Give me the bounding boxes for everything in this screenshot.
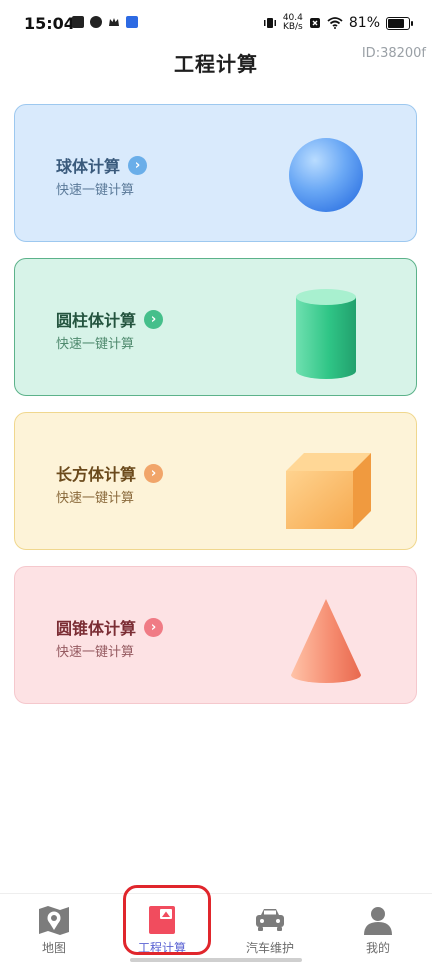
nav-item-me[interactable]: 我的: [324, 894, 432, 960]
check-notification-icon: [90, 16, 102, 28]
battery-percent: 81%: [348, 15, 380, 31]
cuboid-calc-card[interactable]: 长方体计算 › 快速一键计算: [14, 412, 417, 550]
card-subtitle: 快速一键计算: [56, 337, 135, 352]
status-right: 40.4 KB/s 81%: [263, 14, 413, 32]
highlight-box: [123, 885, 211, 955]
chevron-right-icon: ›: [144, 463, 164, 483]
bottom-nav: 地图 工程计算 汽车维护 我的: [0, 893, 432, 965]
card-title-text: 圆柱体计算: [56, 311, 137, 330]
app-notification-icon: [126, 16, 138, 28]
car-icon: [256, 909, 284, 931]
card-subtitle: 快速一键计算: [56, 645, 135, 660]
status-bar: 15:04 40.4 KB/s 81%: [0, 0, 432, 44]
card-title-text: 长方体计算: [56, 465, 137, 484]
nav-label: 地图: [41, 941, 66, 955]
nav-item-car-maintenance[interactable]: 汽车维护: [216, 894, 324, 960]
chevron-right-icon: ›: [144, 617, 164, 637]
id-tag: ID:38200f: [361, 46, 426, 61]
cylinder-icon: [296, 289, 356, 379]
nav-label: 汽车维护: [245, 941, 294, 955]
wifi-icon: [327, 17, 343, 29]
map-icon: [39, 906, 69, 935]
sim-icon: [309, 18, 320, 28]
card-title-text: 圆锥体计算: [56, 619, 137, 638]
notification-icons: [72, 16, 138, 28]
card-title: 长方体计算 ›: [56, 461, 164, 485]
network-speed: 40.4 KB/s: [283, 14, 303, 32]
battery-icon: [386, 16, 413, 30]
cone-calc-card[interactable]: 圆锥体计算 › 快速一键计算: [14, 566, 417, 704]
vibrate-icon: [263, 18, 276, 28]
card-subtitle: 快速一键计算: [56, 491, 135, 506]
nav-item-map[interactable]: 地图: [0, 894, 108, 960]
status-time: 15:04: [24, 14, 75, 33]
chevron-right-icon: ›: [128, 155, 148, 175]
nav-label: 我的: [365, 941, 390, 955]
cone-icon: [291, 599, 361, 683]
chevron-right-icon: ›: [144, 309, 164, 329]
home-indicator[interactable]: [130, 958, 302, 962]
card-title: 圆锥体计算 ›: [56, 615, 164, 639]
crown-notification-icon: [109, 18, 119, 26]
play-notification-icon: [72, 16, 84, 28]
card-title: 球体计算 ›: [56, 153, 148, 177]
cylinder-calc-card[interactable]: 圆柱体计算 › 快速一键计算: [14, 258, 417, 396]
sphere-icon: [289, 138, 363, 212]
network-speed-unit: KB/s: [282, 22, 303, 32]
card-title-text: 球体计算: [56, 157, 121, 176]
card-subtitle: 快速一键计算: [56, 183, 135, 198]
person-icon: [364, 907, 392, 935]
card-title: 圆柱体计算 ›: [56, 307, 164, 331]
cuboid-icon: [286, 453, 371, 529]
sphere-calc-card[interactable]: 球体计算 › 快速一键计算: [14, 104, 417, 242]
